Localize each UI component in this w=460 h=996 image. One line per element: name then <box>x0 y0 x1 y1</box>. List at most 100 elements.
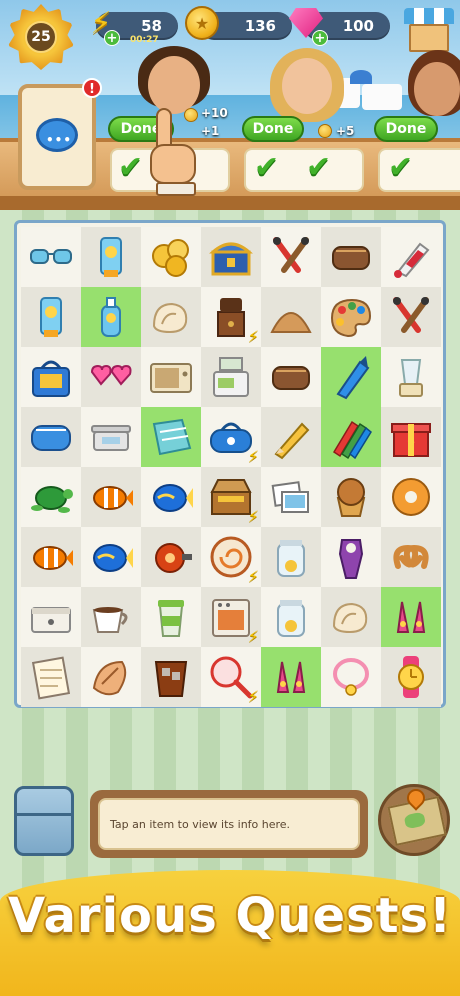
sunscreen-tube-icon[interactable] <box>28 294 74 340</box>
treasure-chest-icon[interactable] <box>208 234 254 280</box>
paint-brushes-icon[interactable] <box>388 294 434 340</box>
board-cell[interactable] <box>381 587 441 647</box>
add-gems-button[interactable]: + <box>312 30 328 46</box>
board-cell[interactable] <box>261 407 321 467</box>
clownfish-icon[interactable] <box>28 534 74 580</box>
board-cell[interactable] <box>21 587 81 647</box>
tip-jar-icon[interactable] <box>268 534 314 580</box>
board-cell[interactable] <box>381 227 441 287</box>
board-cell[interactable] <box>321 227 381 287</box>
board-cell[interactable] <box>381 347 441 407</box>
board-cell[interactable] <box>81 407 141 467</box>
board-cell[interactable] <box>21 227 81 287</box>
add-energy-button[interactable]: + <box>104 30 120 46</box>
kitchen-scale-icon[interactable] <box>88 414 134 460</box>
cooler-bag-icon[interactable] <box>28 354 74 400</box>
board-cell[interactable] <box>321 287 381 347</box>
board-cell[interactable] <box>141 407 201 467</box>
board-cell[interactable] <box>261 647 321 707</box>
board-cell[interactable] <box>261 467 321 527</box>
board-cell[interactable] <box>21 647 81 707</box>
quest-3-done-button[interactable]: Done <box>374 116 438 142</box>
board-cell[interactable] <box>141 587 201 647</box>
notepad-icon[interactable] <box>28 654 74 700</box>
board-cell[interactable] <box>321 587 381 647</box>
muffin-icon[interactable] <box>328 474 374 520</box>
board-cell[interactable] <box>21 287 81 347</box>
makeup-bag-icon[interactable] <box>328 234 374 280</box>
board-cell[interactable] <box>261 347 321 407</box>
board-cell[interactable] <box>81 527 141 587</box>
flower-earrings-icon[interactable] <box>388 594 434 640</box>
paint-tube-icon[interactable] <box>388 234 434 280</box>
gold-coins-icon[interactable] <box>148 234 194 280</box>
board-cell[interactable] <box>141 227 201 287</box>
customer-3-avatar[interactable] <box>414 62 460 116</box>
board-cell[interactable] <box>141 347 201 407</box>
board-cell[interactable] <box>141 287 201 347</box>
coffee-cup-icon[interactable] <box>88 594 134 640</box>
sand-pile-icon[interactable] <box>268 294 314 340</box>
board-cell[interactable]: ⚡ <box>201 467 261 527</box>
board-cell[interactable] <box>141 467 201 527</box>
board-cell[interactable] <box>381 647 441 707</box>
makeup-bag-icon[interactable] <box>268 354 314 400</box>
flower-earrings-icon[interactable] <box>268 654 314 700</box>
board-cell[interactable] <box>261 587 321 647</box>
cash-box-icon[interactable] <box>28 594 74 640</box>
fishing-reel-icon[interactable] <box>148 534 194 580</box>
gift-box-icon[interactable]: ? <box>388 414 434 460</box>
heart-sunglasses-icon[interactable] <box>88 354 134 400</box>
bottle-opener-icon[interactable] <box>328 534 374 580</box>
toiletry-bag-icon[interactable] <box>28 414 74 460</box>
board-cell[interactable]: ⚡ <box>201 587 261 647</box>
board-cell[interactable] <box>21 467 81 527</box>
board-cell[interactable]: ⚡ <box>201 287 261 347</box>
board-cell[interactable]: ⚡ <box>201 527 261 587</box>
board-cell[interactable] <box>381 287 441 347</box>
board-cell[interactable] <box>201 347 261 407</box>
sea-turtle-icon[interactable] <box>28 474 74 520</box>
board-cell[interactable] <box>261 227 321 287</box>
board-cell[interactable] <box>321 647 381 707</box>
board-cell[interactable]: ⚡ <box>201 647 261 707</box>
board-cell[interactable]: ⚡ <box>201 407 261 467</box>
board-cell[interactable] <box>141 527 201 587</box>
board-cell[interactable] <box>321 347 381 407</box>
cash-register-icon[interactable] <box>208 354 254 400</box>
necklace-icon[interactable] <box>328 654 374 700</box>
board-cell[interactable] <box>201 227 261 287</box>
board-cell[interactable] <box>261 527 321 587</box>
board-cell[interactable]: ? <box>381 407 441 467</box>
level-badge[interactable]: 25 <box>8 4 74 70</box>
crayon-icon[interactable] <box>328 354 374 400</box>
crayons-icon[interactable] <box>328 414 374 460</box>
sunscreen-tube-icon[interactable] <box>88 234 134 280</box>
watch-icon[interactable] <box>388 654 434 700</box>
sunglasses-icon[interactable] <box>28 234 74 280</box>
board-cell[interactable] <box>321 527 381 587</box>
customer-2-avatar[interactable] <box>282 58 332 114</box>
quest-2-done-button[interactable]: Done <box>242 116 304 142</box>
board-cell[interactable] <box>81 347 141 407</box>
beach-towel-icon[interactable] <box>148 414 194 460</box>
board-cell[interactable] <box>381 467 441 527</box>
board-cell[interactable] <box>81 467 141 527</box>
map-button[interactable] <box>378 784 450 856</box>
photos-icon[interactable] <box>268 474 314 520</box>
board-cell[interactable] <box>141 647 201 707</box>
donut-icon[interactable] <box>388 474 434 520</box>
pretzel-icon[interactable] <box>388 534 434 580</box>
coffee-to-go-icon[interactable] <box>148 594 194 640</box>
board-cell[interactable] <box>381 527 441 587</box>
sunscreen-bottle-icon[interactable] <box>88 294 134 340</box>
iced-tea-icon[interactable] <box>148 654 194 700</box>
blender-icon[interactable] <box>388 354 434 400</box>
tip-jar-icon[interactable] <box>268 594 314 640</box>
conch-shell-icon[interactable] <box>88 654 134 700</box>
tropical-fish-icon[interactable] <box>88 534 134 580</box>
board-cell[interactable] <box>81 287 141 347</box>
board-cell[interactable] <box>21 407 81 467</box>
pencil-icon[interactable] <box>268 414 314 460</box>
board-cell[interactable] <box>81 227 141 287</box>
